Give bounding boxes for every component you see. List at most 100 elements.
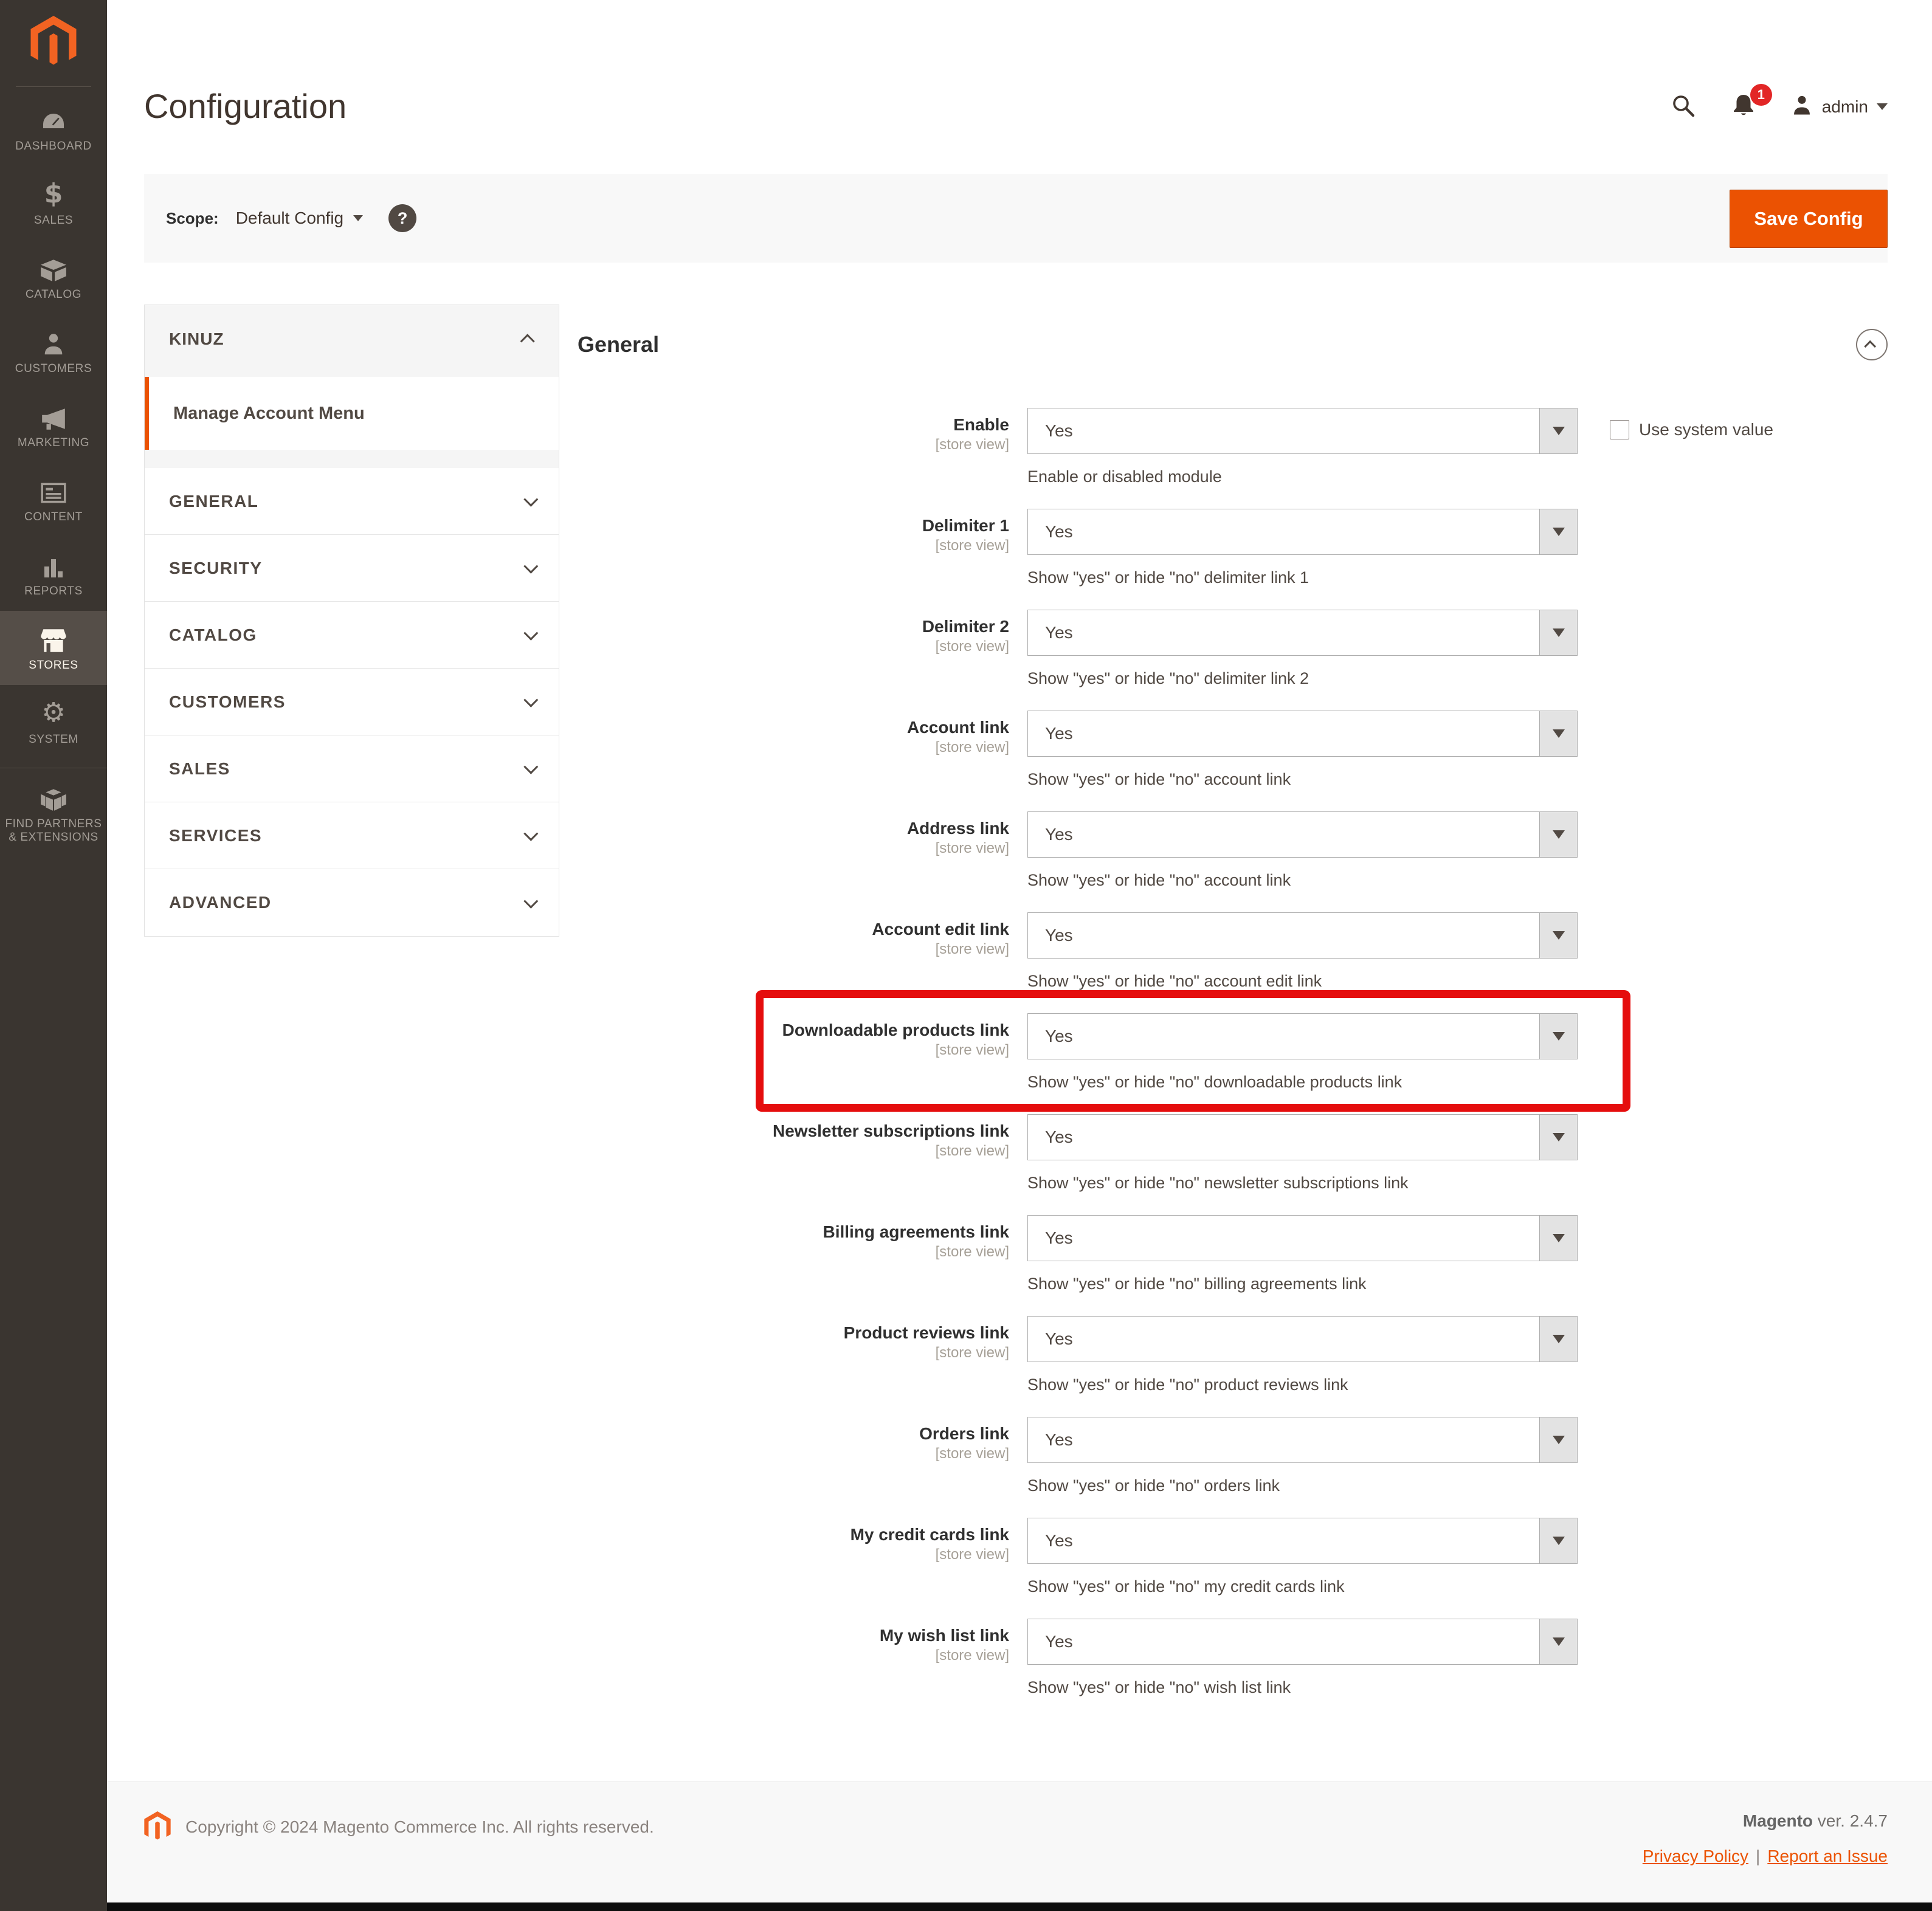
sidebar-item-label: STORES	[29, 659, 78, 672]
use-system-checkbox[interactable]	[1610, 420, 1629, 439]
field-select[interactable]: Yes	[1027, 1013, 1578, 1059]
collapse-section-button[interactable]	[1856, 329, 1888, 360]
sidebar-item-customers[interactable]: CUSTOMERS	[0, 314, 107, 388]
sidebar-item-find-partners[interactable]: FIND PARTNERS & EXTENSIONS	[0, 768, 107, 860]
report-issue-link[interactable]: Report an Issue	[1767, 1847, 1888, 1865]
privacy-policy-link[interactable]: Privacy Policy	[1643, 1847, 1748, 1865]
field-select-value: Yes	[1028, 1632, 1073, 1651]
sidebar-item-sales[interactable]: $ SALES	[0, 166, 107, 240]
scope-help-button[interactable]: ?	[388, 204, 416, 232]
field-select[interactable]: Yes	[1027, 1417, 1578, 1463]
sidebar-item-label: CONTENT	[24, 511, 83, 524]
config-nav: KINUZ Manage Account Menu GENERAL SECURI…	[144, 305, 559, 937]
stores-icon	[39, 624, 68, 653]
field-select[interactable]: Yes	[1027, 408, 1578, 454]
select-arrow-button[interactable]	[1539, 1014, 1577, 1059]
sidebar-item-label: CATALOG	[26, 288, 81, 301]
sidebar-item-reports[interactable]: REPORTS	[0, 537, 107, 611]
field-label-column: Newsletter subscriptions link [store vie…	[578, 1114, 1009, 1193]
select-arrow-button[interactable]	[1539, 408, 1577, 453]
field-select[interactable]: Yes	[1027, 1114, 1578, 1160]
use-system-label: Use system value	[1639, 420, 1773, 439]
config-nav-section-catalog[interactable]: CATALOG	[145, 602, 559, 669]
sidebar-item-label: FIND PARTNERS & EXTENSIONS	[4, 818, 103, 844]
field-select-value: Yes	[1028, 1329, 1073, 1349]
field-scope: [store view]	[578, 1142, 1009, 1160]
bottom-bar	[107, 1902, 1932, 1911]
field-comment: Show "yes" or hide "no" account edit lin…	[1027, 971, 1578, 991]
field-scope: [store view]	[578, 1344, 1009, 1362]
select-arrow-button[interactable]	[1539, 913, 1577, 958]
chevron-down-icon	[523, 760, 538, 774]
field-label-column: Address link [store view]	[578, 811, 1009, 890]
config-nav-section-security[interactable]: SECURITY	[145, 535, 559, 602]
field-select[interactable]: Yes	[1027, 1316, 1578, 1362]
select-arrow-button[interactable]	[1539, 1417, 1577, 1462]
dropdown-triangle-icon	[1553, 1436, 1565, 1444]
field-select[interactable]: Yes	[1027, 1215, 1578, 1261]
field-comment: Show "yes" or hide "no" delimiter link 1	[1027, 567, 1578, 588]
field-label-column: Billing agreements link [store view]	[578, 1215, 1009, 1294]
use-system-value-toggle[interactable]: Use system value	[1610, 420, 1773, 439]
sidebar-item-dashboard[interactable]: DASHBOARD	[0, 92, 107, 166]
magento-logo[interactable]	[0, 0, 107, 84]
admin-menu[interactable]: admin	[1790, 94, 1888, 120]
config-nav-section-services[interactable]: SERVICES	[145, 802, 559, 869]
field-select-value: Yes	[1028, 522, 1073, 542]
config-nav-section-general[interactable]: GENERAL	[145, 468, 559, 535]
config-nav-section-sales[interactable]: SALES	[145, 735, 559, 802]
chevron-up-icon	[1864, 340, 1876, 353]
field-select-value: Yes	[1028, 825, 1073, 844]
select-arrow-button[interactable]	[1539, 711, 1577, 756]
search-button[interactable]	[1670, 92, 1697, 121]
notification-badge: 1	[1750, 84, 1772, 106]
select-arrow-button[interactable]	[1539, 610, 1577, 655]
field-label: Newsletter subscriptions link	[578, 1120, 1009, 1142]
select-arrow-button[interactable]	[1539, 1115, 1577, 1160]
save-config-button[interactable]: Save Config	[1730, 190, 1888, 248]
field-select[interactable]: Yes	[1027, 912, 1578, 959]
sidebar-item-content[interactable]: CONTENT	[0, 463, 107, 537]
form-field-row-my-wish-list-link: My wish list link [store view] Yes Show …	[578, 1619, 1888, 1698]
field-select-value: Yes	[1028, 623, 1073, 642]
field-select-value: Yes	[1028, 1027, 1073, 1046]
sidebar-item-marketing[interactable]: MARKETING	[0, 388, 107, 463]
field-comment: Show "yes" or hide "no" delimiter link 2	[1027, 668, 1578, 689]
sales-icon: $	[44, 179, 63, 208]
config-nav-group-kinuz[interactable]: KINUZ	[145, 305, 559, 373]
select-arrow-button[interactable]	[1539, 1619, 1577, 1664]
field-select[interactable]: Yes	[1027, 711, 1578, 757]
chevron-down-icon	[523, 894, 538, 908]
config-nav-section-advanced[interactable]: ADVANCED	[145, 869, 559, 936]
select-arrow-button[interactable]	[1539, 1216, 1577, 1261]
field-scope: [store view]	[578, 940, 1009, 959]
sidebar-item-catalog[interactable]: CATALOG	[0, 240, 107, 314]
config-nav-section-customers[interactable]: CUSTOMERS	[145, 669, 559, 735]
select-arrow-button[interactable]	[1539, 1317, 1577, 1362]
scope-switcher[interactable]: Default Config	[236, 208, 363, 228]
field-select[interactable]: Yes	[1027, 1518, 1578, 1564]
chevron-down-icon	[523, 559, 538, 574]
field-comment: Show "yes" or hide "no" product reviews …	[1027, 1374, 1578, 1395]
field-select[interactable]: Yes	[1027, 509, 1578, 555]
field-scope: [store view]	[578, 1546, 1009, 1564]
config-nav-item-manage-account-menu[interactable]: Manage Account Menu	[145, 377, 559, 450]
form-field-row-delimiter-1: Delimiter 1 [store view] Yes Show "yes" …	[578, 509, 1888, 588]
config-nav-subsection: Manage Account Menu	[145, 373, 559, 468]
general-section: General Enable [store view] Yes Use syst…	[578, 305, 1888, 1720]
field-select[interactable]: Yes	[1027, 1619, 1578, 1665]
field-scope: [store view]	[578, 537, 1009, 555]
brand-name: Magento	[1743, 1811, 1813, 1830]
sidebar-item-stores[interactable]: STORES	[0, 611, 107, 685]
select-arrow-button[interactable]	[1539, 509, 1577, 554]
sidebar-item-system[interactable]: ⚙ SYSTEM	[0, 685, 107, 759]
field-select[interactable]: Yes	[1027, 811, 1578, 858]
chevron-down-icon	[523, 492, 538, 507]
select-arrow-button[interactable]	[1539, 1518, 1577, 1563]
select-arrow-button[interactable]	[1539, 812, 1577, 857]
sidebar-item-label: REPORTS	[24, 585, 83, 598]
field-select[interactable]: Yes	[1027, 610, 1578, 656]
form-field-row-newsletter-subscriptions-link: Newsletter subscriptions link [store vie…	[578, 1114, 1888, 1193]
notifications-button[interactable]: 1	[1731, 92, 1756, 121]
field-label-column: My credit cards link [store view]	[578, 1518, 1009, 1597]
